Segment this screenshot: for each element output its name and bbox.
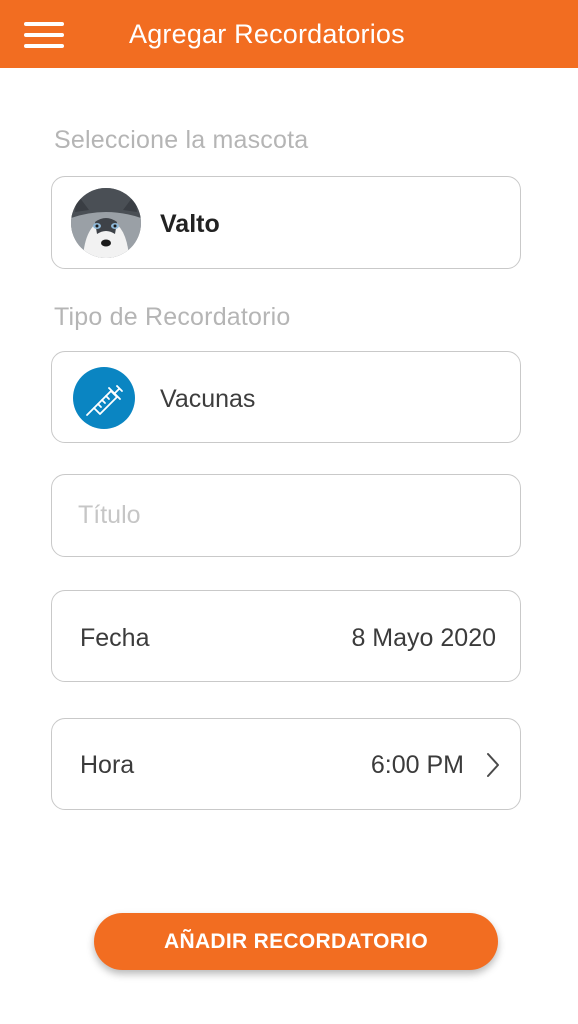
pet-name: Valto (160, 210, 220, 238)
time-field[interactable]: Hora 6:00 PM (51, 718, 521, 810)
reminder-type-label: Tipo de Recordatorio (54, 303, 291, 331)
date-field[interactable]: Fecha 8 Mayo 2020 (51, 590, 521, 682)
syringe-icon (73, 367, 135, 429)
chevron-right-icon[interactable] (486, 752, 500, 778)
reminder-type-name: Vacunas (160, 385, 256, 413)
time-value: 6:00 PM (370, 751, 464, 779)
pet-selector[interactable]: Valto (51, 176, 521, 269)
app-bar: Agregar Recordatorios (0, 0, 578, 68)
title-input[interactable] (78, 498, 498, 532)
pet-avatar (71, 188, 141, 258)
add-reminder-button[interactable]: AÑADIR RECORDATORIO (94, 913, 498, 970)
add-reminder-screen: Agregar Recordatorios Seleccione la masc… (0, 0, 578, 1024)
title-field[interactable] (51, 474, 521, 557)
date-value: 8 Mayo 2020 (351, 624, 496, 652)
time-label: Hora (80, 751, 135, 779)
hamburger-menu-icon[interactable] (24, 22, 64, 48)
page-title: Agregar Recordatorios (129, 19, 405, 49)
pet-section-label: Seleccione la mascota (54, 126, 309, 154)
reminder-type-selector[interactable]: Vacunas (51, 351, 521, 443)
date-label: Fecha (80, 624, 150, 652)
